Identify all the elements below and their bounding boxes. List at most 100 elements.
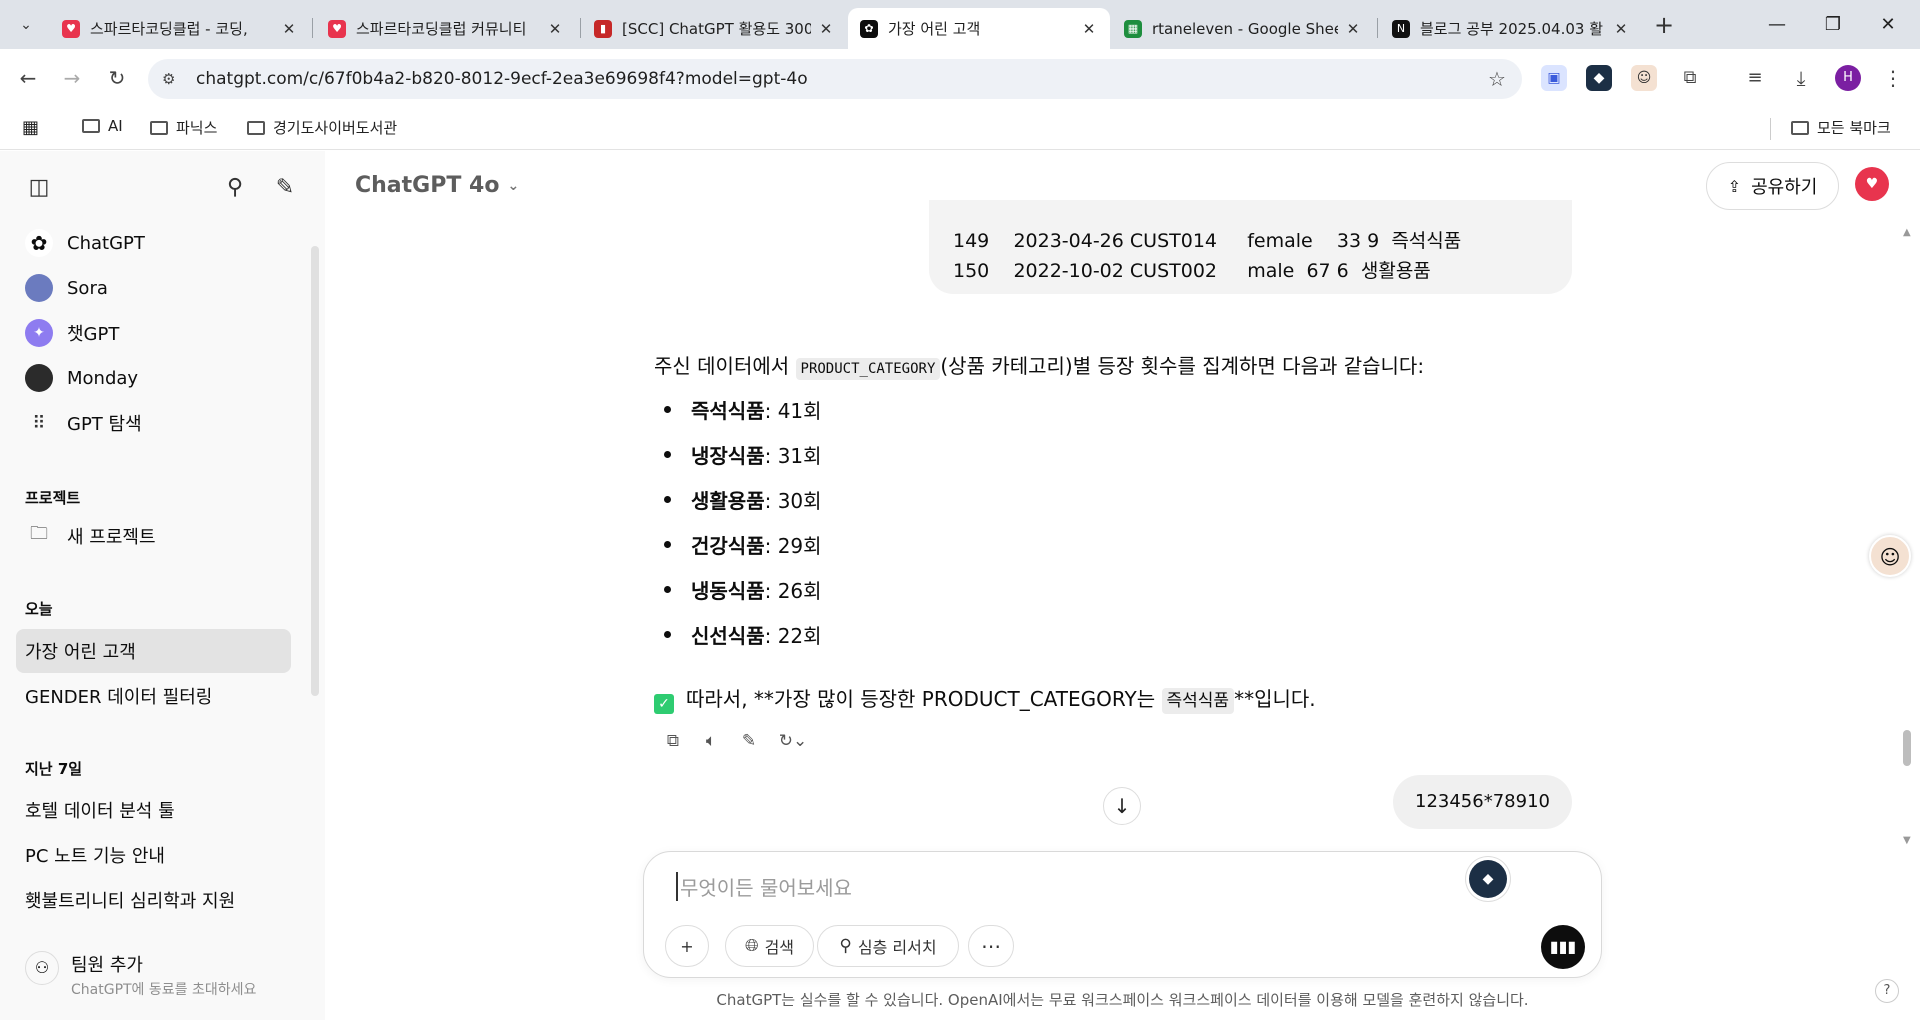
more-options-icon[interactable]: ⋯ — [968, 925, 1014, 967]
list-item: 냉동식품: 26회 — [654, 575, 822, 604]
footer-title: 팀원 추가 — [71, 955, 143, 976]
reload-icon[interactable]: ↻ — [101, 62, 133, 94]
sidebar-scrollbar[interactable] — [311, 246, 319, 696]
sidebar-toggle-icon[interactable]: ◫ — [22, 171, 56, 205]
attach-plus-icon[interactable]: + — [665, 925, 709, 967]
restore-icon[interactable]: ❐ — [1818, 10, 1848, 40]
voice-mode-icon[interactable]: ▮▮▮ — [1541, 925, 1585, 969]
bookmark-label: 모든 북마크 — [1817, 119, 1891, 137]
chat-item[interactable]: PC 노트 기능 안내 — [16, 834, 291, 876]
list-item: 냉장식품: 31회 — [654, 440, 822, 469]
message-composer[interactable]: 무엇이든 물어보세요 ◆ + 🌐︎ 검색 ⚲ 심층 리서치 ⋯ ▮▮▮ — [643, 851, 1602, 978]
inline-code: 즉석식품 — [1161, 688, 1235, 714]
forward-icon[interactable]: → — [56, 62, 88, 94]
extension-icon[interactable]: ▣ — [1541, 65, 1567, 91]
add-team-members[interactable]: ⚇ 팀원 추가 ChatGPT에 동료를 초대하세요 — [25, 951, 256, 999]
regenerate-icon[interactable]: ↻⌄ — [768, 731, 818, 757]
inline-code: PRODUCT_CATEGORY — [795, 358, 941, 380]
download-icon[interactable]: ⤓ — [1788, 65, 1814, 91]
scroll-down-icon[interactable]: ↓ — [1103, 787, 1141, 825]
check-mark-icon: ✓ — [654, 694, 674, 714]
bookmark-folder[interactable]: AI — [82, 117, 123, 135]
model-selector[interactable]: ChatGPT 4o ⌄ — [355, 173, 519, 198]
tab-divider — [312, 18, 313, 38]
tab-search-icon[interactable]: ⌄ — [12, 11, 40, 39]
browser-tab[interactable]: N 블로그 공부 2025.04.03 활 ✕ — [1380, 8, 1642, 49]
bookmark-star-icon[interactable]: ☆ — [1482, 67, 1512, 91]
all-bookmarks-folder[interactable]: 모든 북마크 — [1791, 117, 1891, 138]
main-scrollbar-thumb[interactable] — [1903, 730, 1911, 766]
sidebar-item-chatgpt[interactable]: ✿ ChatGPT — [16, 222, 291, 264]
chat-item-label: PC 노트 기능 안내 — [25, 846, 165, 867]
sidebar-item-sora[interactable]: Sora — [16, 267, 291, 309]
new-project-button[interactable]: 🗀 새 프로젝트 — [16, 515, 291, 557]
edit-canvas-icon[interactable]: ✎ — [730, 731, 768, 757]
chat-item-label: 횃불트리니티 심리학과 지원 — [25, 891, 236, 912]
book-favicon-icon: ▮ — [594, 19, 612, 38]
chat-item[interactable]: 호텔 데이터 분석 툴 — [16, 789, 291, 831]
back-icon[interactable]: ← — [12, 62, 44, 94]
deep-research-label: 심층 리서치 — [857, 938, 937, 957]
puzzle-extensions-icon[interactable]: ⧉ — [1677, 65, 1703, 91]
url-text[interactable]: chatgpt.com/c/67f0b4a2-b820-8012-9ecf-2e… — [196, 69, 1482, 89]
workspace-logo-icon[interactable]: ♥ — [1855, 167, 1889, 201]
sheets-favicon-icon: ▦ — [1124, 19, 1142, 38]
address-bar[interactable]: ⚙ chatgpt.com/c/67f0b4a2-b820-8012-9ecf-… — [148, 59, 1522, 99]
footer-subtitle: ChatGPT에 동료를 초대하세요 — [71, 982, 257, 998]
search-icon[interactable]: ⚲ — [218, 171, 252, 205]
chat-item[interactable]: 횃불트리니티 심리학과 지원 — [16, 879, 291, 921]
minimize-icon[interactable]: — — [1762, 10, 1792, 40]
browser-tab[interactable]: ♥ 스파르타코딩클럽 커뮤니티 ✕ — [316, 8, 576, 49]
bookmark-folder[interactable]: 경기도사이버도서관 — [247, 117, 397, 138]
extension-icon[interactable]: ◆ — [1586, 65, 1612, 91]
search-label: 검색 — [764, 938, 795, 957]
close-window-icon[interactable]: ✕ — [1873, 10, 1903, 40]
message-actions: ⧉ 🔈︎ ✎ ↻⌄ — [654, 731, 818, 757]
chevron-down-icon: ⌄ — [507, 177, 520, 194]
browser-tab[interactable]: ▮ [SCC] ChatGPT 활용도 300 ✕ — [582, 8, 847, 49]
deep-research-button[interactable]: ⚲ 심층 리서치 — [817, 925, 959, 967]
tab-title: rtaneleven - Google Shee — [1152, 19, 1338, 38]
floating-assistant-avatar[interactable]: ☺ — [1869, 535, 1911, 577]
profile-avatar[interactable]: H — [1835, 65, 1861, 91]
tab-divider — [1377, 18, 1378, 38]
copy-icon[interactable]: ⧉ — [654, 731, 692, 757]
sidebar-item-monday[interactable]: Monday — [16, 357, 291, 399]
scroll-up-arrow-icon[interactable]: ▲ — [1903, 227, 1911, 238]
disclaimer-text: ChatGPT는 실수를 할 수 있습니다. OpenAI에서는 무료 워크스페… — [716, 991, 1529, 1009]
apps-grid-icon[interactable]: ▦ — [22, 117, 39, 138]
close-tab-icon[interactable]: ✕ — [280, 20, 298, 38]
scroll-down-arrow-icon[interactable]: ▼ — [1903, 835, 1911, 846]
chat-item-active[interactable]: 가장 어린 고객 — [16, 629, 291, 673]
close-tab-icon[interactable]: ✕ — [1344, 20, 1362, 38]
media-control-icon[interactable]: ≡ — [1742, 65, 1768, 91]
close-tab-icon[interactable]: ✕ — [1612, 20, 1630, 38]
close-tab-icon[interactable]: ✕ — [817, 20, 835, 38]
folder-icon — [82, 119, 100, 133]
bullet — [664, 406, 671, 413]
new-chat-icon[interactable]: ✎ — [268, 171, 302, 205]
browser-tab[interactable]: ▦ rtaneleven - Google Shee ✕ — [1112, 8, 1374, 49]
read-aloud-icon[interactable]: 🔈︎ — [692, 731, 730, 757]
list-item: 건강식품: 29회 — [654, 530, 822, 559]
close-tab-icon[interactable]: ✕ — [1080, 20, 1098, 38]
new-tab-icon[interactable]: + — [1650, 12, 1678, 40]
prompt-input[interactable]: 무엇이든 물어보세요 — [676, 872, 852, 901]
bookmark-folder[interactable]: 파닉스 — [150, 117, 217, 138]
chat-item[interactable]: GENDER 데이터 필터링 — [16, 675, 291, 717]
browser-tab-active[interactable]: ✿ 가장 어린 고객 ✕ — [848, 8, 1110, 49]
sidebar-item-chat-gpt[interactable]: ✦ 챗GPT — [16, 312, 291, 354]
help-icon[interactable]: ? — [1875, 979, 1899, 1003]
sidebar-item-label: 새 프로젝트 — [67, 527, 156, 548]
close-tab-icon[interactable]: ✕ — [546, 20, 564, 38]
site-settings-icon[interactable]: ⚙ — [162, 70, 182, 88]
share-button[interactable]: ⇪ 공유하기 — [1706, 162, 1839, 210]
browser-tab[interactable]: ♥ 스파르타코딩클럽 - 코딩, ✕ — [50, 8, 310, 49]
search-button[interactable]: 🌐︎ 검색 — [725, 925, 814, 967]
grid-icon: ⠿ — [32, 412, 46, 434]
extension-avatar-icon[interactable]: ☺ — [1631, 65, 1657, 91]
sidebar-item-explore-gpts[interactable]: ⠿ GPT 탐색 — [16, 402, 291, 444]
menu-kebab-icon[interactable]: ⋮ — [1880, 65, 1906, 91]
chat-item-label: 가장 어린 고객 — [25, 642, 136, 663]
extension-floating-icon[interactable]: ◆ — [1469, 860, 1507, 898]
